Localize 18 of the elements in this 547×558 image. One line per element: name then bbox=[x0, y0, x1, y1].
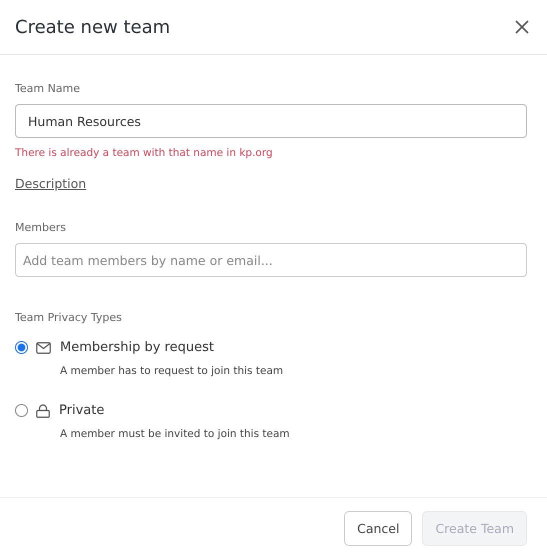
option-title: Private bbox=[59, 403, 104, 418]
members-field[interactable]: Add team members by name or email... bbox=[15, 243, 527, 277]
radio-button[interactable] bbox=[15, 404, 28, 417]
description-link[interactable]: Description bbox=[15, 176, 86, 191]
section-label: Team Privacy Types bbox=[15, 311, 122, 324]
dialog-title: Create new team bbox=[15, 16, 170, 38]
close-icon[interactable] bbox=[515, 20, 529, 34]
cancel-button[interactable]: Cancel bbox=[344, 510, 412, 546]
option-title: Membership by request bbox=[60, 340, 214, 355]
envelope-icon bbox=[36, 342, 51, 354]
error-message: There is already a team with that name in kp.org bbox=[15, 147, 273, 159]
team-name-field[interactable]: Human Resources bbox=[15, 104, 527, 138]
option-description: A member must be invited to join this team bbox=[60, 428, 290, 440]
lock-icon bbox=[36, 404, 50, 418]
radio-button[interactable] bbox=[15, 341, 28, 354]
option-description: A member has to request to join this team bbox=[60, 365, 284, 377]
field-label: Members bbox=[15, 221, 66, 234]
field-label: Team Name bbox=[15, 82, 80, 95]
